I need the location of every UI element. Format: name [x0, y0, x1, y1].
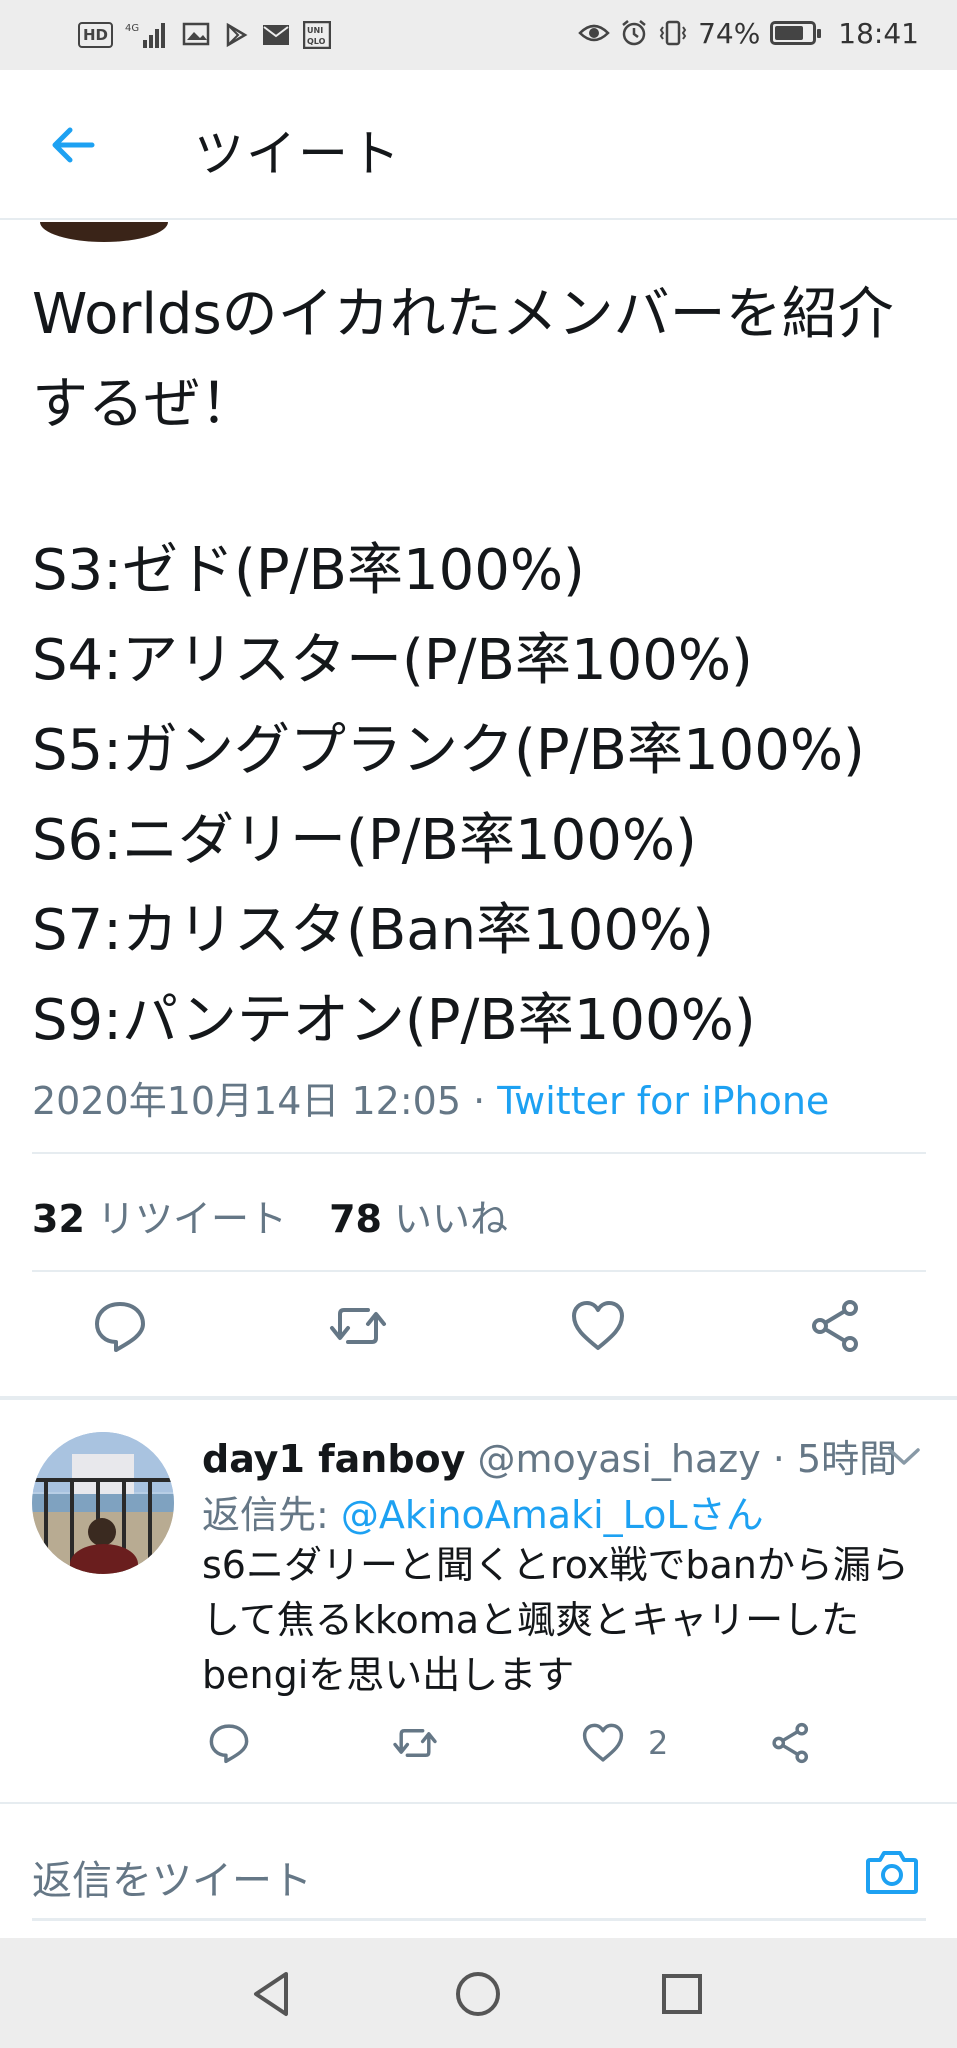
retweets-count: 32 — [32, 1197, 85, 1241]
system-nav-bar — [0, 1938, 957, 2048]
svg-text:4G: 4G — [125, 23, 139, 34]
tweet-text-list: S3:ゼド(P/B率100%) S4:アリスター(P/B率100%) S5:ガン… — [32, 526, 932, 1066]
reply-header: day1 fanboy @moyasi_hazy · 5時間 — [202, 1428, 897, 1483]
like-icon[interactable] — [568, 1296, 628, 1356]
reply-like-count: 2 — [648, 1724, 669, 1762]
vibrate-icon — [658, 16, 688, 50]
gallery-icon — [181, 18, 211, 52]
retweet-icon[interactable] — [392, 1720, 438, 1766]
eye-icon — [578, 16, 610, 50]
tweet-meta: 2020年10月14日 12:05 · Twitter for iPhone — [32, 1070, 829, 1125]
status-left-indicators: HD 4G UNI QLO — [78, 18, 332, 52]
reply-text: s6ニダリーと聞くとrox戦でbanから漏らして焦るkkomaと颯爽とキャリーし… — [202, 1543, 909, 1697]
reply-tweet[interactable]: day1 fanboy @moyasi_hazy · 5時間 返信先: @Aki… — [0, 1400, 957, 1800]
tweet-text-intro: Worldsのイカれたメンバーを紹介 するぜ！ — [32, 282, 894, 437]
reply-icon[interactable] — [90, 1296, 150, 1356]
divider — [32, 1270, 926, 1272]
hd-icon: HD — [78, 22, 114, 48]
reply-to-label: 返信先: — [202, 1493, 341, 1537]
recents-nav-icon[interactable] — [656, 1968, 708, 2020]
arrow-left-icon[interactable] — [48, 120, 98, 170]
likes-count: 78 — [329, 1197, 382, 1241]
back-nav-icon[interactable] — [246, 1968, 298, 2020]
tweet-timestamp: 2020年10月14日 12:05 · — [32, 1079, 498, 1123]
likes-label: いいね — [381, 1197, 509, 1241]
status-right-indicators: 74% 18:41 — [578, 16, 919, 50]
tweet-line: S7:カリスタ(Ban率100%) — [32, 898, 715, 963]
battery-percent: 74% — [698, 16, 761, 50]
author-avatar[interactable] — [40, 222, 168, 242]
play-store-icon — [223, 18, 249, 52]
reply-icon[interactable] — [206, 1720, 252, 1766]
retweets-label: リツイート — [84, 1197, 287, 1241]
tweet-actions — [0, 1296, 957, 1376]
divider — [0, 1802, 957, 1804]
battery-icon — [770, 21, 822, 45]
reply-avatar[interactable] — [32, 1432, 174, 1574]
uniqlo-icon: UNI QLO — [303, 18, 332, 52]
svg-text:QLO: QLO — [307, 37, 326, 46]
reply-to: 返信先: @AkinoAmaki_LoLさん — [202, 1484, 764, 1539]
page-title: ツイート — [194, 125, 402, 183]
mail-icon — [261, 18, 291, 52]
tweet-line: S9:パンテオン(P/B率100%) — [32, 988, 756, 1053]
chevron-down-icon[interactable] — [884, 1436, 924, 1476]
reply-actions: 2 — [0, 1720, 957, 1780]
reply-compose-input[interactable]: 返信をツイート — [32, 1848, 312, 1906]
alarm-icon — [620, 16, 648, 50]
tweet-line: S4:アリスター(P/B率100%) — [32, 628, 753, 693]
reply-author-name[interactable]: day1 fanboy — [202, 1437, 465, 1481]
app-header: ツイート — [0, 70, 957, 220]
retweets-stat[interactable]: 32 リツイート — [32, 1197, 287, 1241]
status-bar: HD 4G UNI QLO 74% 18:41 — [0, 0, 957, 70]
reply-to-mention[interactable]: @AkinoAmaki_LoLさん — [341, 1493, 764, 1537]
like-icon[interactable] — [580, 1720, 626, 1766]
tweet-source-link[interactable]: Twitter for iPhone — [497, 1079, 829, 1123]
tweet-stats: 32 リツイート 78 いいね — [32, 1188, 508, 1243]
share-icon[interactable] — [768, 1720, 814, 1766]
reply-handle-time: @moyasi_hazy · 5時間 — [465, 1437, 898, 1481]
likes-stat[interactable]: 78 いいね — [329, 1197, 508, 1241]
clock: 18:41 — [838, 16, 919, 50]
tweet-line: S3:ゼド(P/B率100%) — [32, 538, 585, 603]
compose-underline — [32, 1918, 926, 1921]
tweet-line: S6:ニダリー(P/B率100%) — [32, 808, 697, 873]
divider — [32, 1152, 926, 1154]
signal-icon: 4G — [125, 18, 169, 52]
home-nav-icon[interactable] — [452, 1968, 504, 2020]
camera-icon[interactable] — [864, 1844, 920, 1900]
share-icon[interactable] — [806, 1296, 866, 1356]
retweet-icon[interactable] — [328, 1296, 388, 1356]
svg-text:UNI: UNI — [307, 26, 323, 35]
tweet-line: S5:ガングプランク(P/B率100%) — [32, 718, 865, 783]
